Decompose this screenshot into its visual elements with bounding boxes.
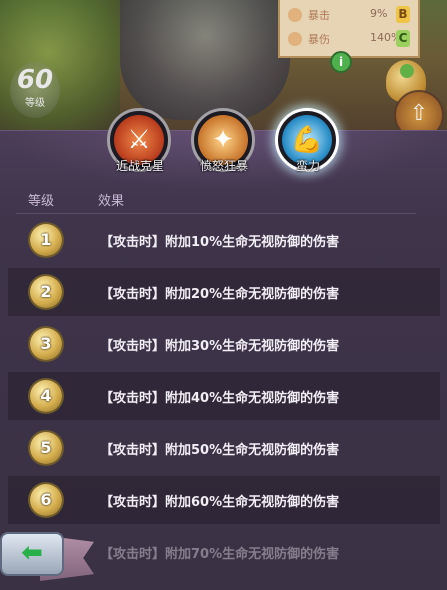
level-row: 3 【攻击时】附加30%生命无视防御的伤害	[8, 320, 440, 368]
skill-brute-force[interactable]: 💪 蛮力	[275, 108, 339, 173]
level-coin-icon: 6	[30, 484, 62, 516]
header-level: 等级	[28, 194, 55, 209]
level-row: 4 【攻击时】附加40%生命无视防御的伤害	[8, 372, 440, 420]
level-coin-icon: 2	[30, 276, 62, 308]
stat-row-crit-damage: 暴伤 140% C	[280, 28, 418, 50]
level-coin-icon: 1	[30, 224, 62, 256]
stat-grade: B	[396, 6, 410, 23]
character-figure	[120, 0, 290, 120]
stat-name: 暴伤	[308, 33, 330, 46]
info-icon[interactable]: i	[330, 51, 352, 73]
skill-fury-rage[interactable]: ✦ 愤怒狂暴	[191, 108, 255, 173]
row-effect: 【攻击时】附加70%生命无视防御的伤害	[100, 547, 340, 562]
stat-name: 暴击	[308, 9, 330, 22]
row-level: 3	[40, 334, 52, 353]
level-label: 等级	[25, 98, 45, 109]
row-level: 2	[40, 282, 52, 301]
row-level: 4	[40, 386, 52, 405]
header-effect: 效果	[98, 194, 125, 209]
row-effect: 【攻击时】附加10%生命无视防御的伤害	[100, 235, 340, 250]
level-coin-icon: 3	[30, 328, 62, 360]
level-coin-icon: 4	[30, 380, 62, 412]
level-row: 1 【攻击时】附加10%生命无视防御的伤害	[8, 216, 440, 264]
skill-label: 蛮力	[295, 159, 320, 173]
level-number: 60	[16, 65, 54, 95]
row-level: 6	[40, 490, 52, 509]
header-divider	[16, 213, 416, 214]
stat-row-crit: 暴击 9% B	[280, 4, 418, 26]
level-row: 6 【攻击时】附加60%生命无视防御的伤害	[8, 476, 440, 524]
level-badge: 60 等级	[10, 62, 60, 118]
row-effect: 【攻击时】附加50%生命无视防御的伤害	[100, 443, 340, 458]
level-row: 5 【攻击时】附加50%生命无视防御的伤害	[8, 424, 440, 472]
row-effect: 【攻击时】附加60%生命无视防御的伤害	[100, 495, 340, 510]
skill-label: 愤怒狂暴	[199, 159, 248, 173]
notification-dot-icon	[400, 64, 414, 78]
level-row: 2 【攻击时】附加20%生命无视防御的伤害	[8, 268, 440, 316]
row-level: 1	[40, 230, 52, 249]
crit-icon	[288, 8, 302, 22]
skill-melee-nemesis[interactable]: ⚔ 近战克星	[107, 108, 171, 173]
back-arrow-icon[interactable]: ⬅	[0, 532, 64, 576]
stat-grade: C	[396, 30, 410, 47]
row-effect: 【攻击时】附加30%生命无视防御的伤害	[100, 339, 340, 354]
row-level: 5	[40, 438, 52, 457]
skill-label: 近战克星	[115, 159, 164, 173]
level-coin-icon: 5	[30, 432, 62, 464]
stat-value: 9%	[370, 7, 388, 20]
crit-damage-icon	[288, 32, 302, 46]
stat-panel: 暴击 9% B 暴伤 140% C	[278, 0, 420, 58]
row-effect: 【攻击时】附加20%生命无视防御的伤害	[100, 287, 340, 302]
row-effect: 【攻击时】附加40%生命无视防御的伤害	[100, 391, 340, 406]
